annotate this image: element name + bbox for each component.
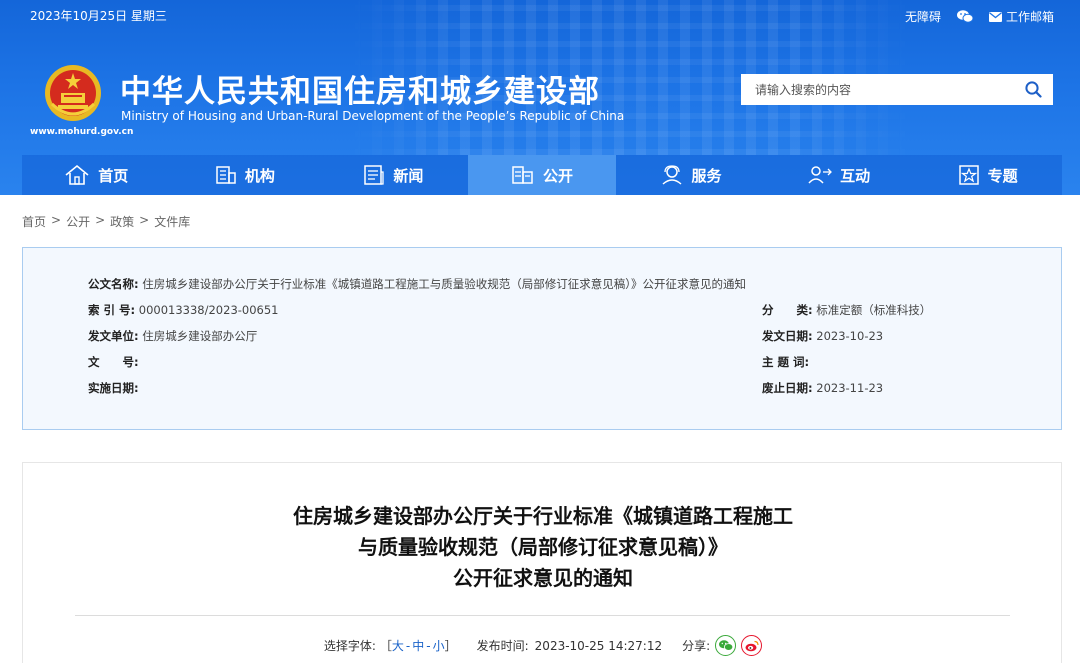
meta-effective-date: 实施日期: [88,380,139,396]
article-title-line: 与质量验收规范（局部修订征求意见稿）》 [358,535,728,559]
font-size-medium-button[interactable]: 中 [412,637,424,654]
breadcrumb-public[interactable]: 公开 [66,213,90,230]
breadcrumb-library[interactable]: 文件库 [154,213,190,230]
nav-label: 服务 [691,166,722,185]
meta-label: 主 题 词: [762,355,810,369]
search-box [741,74,1053,105]
site-title: 中华人民共和国住房和城乡建设部 [120,74,600,110]
wechat-icon[interactable] [956,10,973,23]
nav-label: 公开 [542,166,573,185]
meta-category: 分 类: 标准定额（标准科技） [762,302,931,318]
meta-issuer: 发文单位: 住房城乡建设部办公厅 [88,328,257,344]
meta-label: 实施日期: [88,381,139,395]
site-url: www.mohurd.gov.cn [30,127,134,137]
nav-label: 互动 [840,166,871,185]
meta-document-number: 文 号: [88,354,139,370]
nav-item-interact[interactable]: 互动 [765,155,914,195]
meta-value: 2023-10-23 [816,329,884,343]
breadcrumb-separator: > [139,213,150,227]
font-size-small-button[interactable]: 小 [433,637,445,654]
nav-label: 机构 [244,166,275,185]
service-icon [662,165,682,185]
search-input[interactable] [741,74,1013,105]
meta-label: 文 号: [88,355,139,369]
current-date: 2023年10月25日 星期三 [30,9,167,23]
title-divider [75,615,1010,616]
font-bracket: ］ [444,639,457,653]
site-header: 2023年10月25日 星期三 无障碍 工作邮箱 中华人民共和国住房和城乡建设部… [0,0,1080,195]
weibo-share-icon[interactable] [741,635,763,656]
public-icon [512,166,533,184]
meta-value: 标准定额（标准科技） [816,303,932,317]
accessibility-link[interactable]: 无障碍 [905,8,941,25]
meta-label: 公文名称: [88,277,139,291]
breadcrumb: 首页 > 公开 > 政策 > 文件库 [22,213,190,230]
nav-item-home[interactable]: 首页 [22,155,171,195]
breadcrumb-separator: > [51,213,62,227]
font-bracket: ［ [379,639,392,653]
share-label: 分享: [682,639,711,653]
article-title-line: 公开征求意见的通知 [453,566,633,590]
article-title-line: 住房城乡建设部办公厅关于行业标准《城镇道路工程施工 [293,504,793,528]
meta-label: 发文日期: [762,329,813,343]
article-panel: 住房城乡建设部办公厅关于行业标准《城镇道路工程施工 与质量验收规范（局部修订征求… [22,462,1062,663]
font-size-large-button[interactable]: 大 [392,637,404,654]
font-size-label: 选择字体: [323,639,376,653]
search-icon [1024,81,1042,98]
nav-label: 专题 [987,166,1018,185]
meta-value: 住房城乡建设部办公厅关于行业标准《城镇道路工程施工与质量验收规范（局部修订征求意… [142,277,747,291]
breadcrumb-home[interactable]: 首页 [22,213,46,230]
nav-item-organization[interactable]: 机构 [171,155,320,195]
document-metadata-box: 公文名称: 住房城乡建设部办公厅关于行业标准《城镇道路工程施工与质量验收规范（局… [22,247,1062,430]
font-separator: - [405,638,411,653]
meta-label: 发文单位: [88,329,139,343]
publish-time-value: 2023-10-25 14:27:12 [534,638,663,653]
mail-icon [988,11,1002,22]
topbar-links: 无障碍 工作邮箱 [889,8,1054,25]
search-button[interactable] [1013,74,1053,105]
meta-keywords: 主 题 词: [762,354,809,370]
work-mail-label: 工作邮箱 [1005,10,1054,24]
nav-item-topic[interactable]: 专题 [913,155,1062,195]
article-title: 住房城乡建设部办公厅关于行业标准《城镇道路工程施工 与质量验收规范（局部修订征求… [23,501,1063,594]
nav-item-service[interactable]: 服务 [616,155,765,195]
news-icon [364,165,385,185]
building-icon [216,166,236,184]
main-nav: 首页 机构 新闻 公开 服务 互动 专题 [22,155,1062,195]
nav-label: 新闻 [393,166,424,185]
meta-value: 2023-11-23 [816,381,884,395]
meta-value: 000013338/2023-00651 [138,303,279,317]
site-english-name: Ministry of Housing and Urban-Rural Deve… [121,109,625,123]
topic-icon [958,165,979,185]
font-separator: - [426,638,431,653]
breadcrumb-separator: > [95,213,106,227]
interact-icon [808,166,832,184]
meta-issue-date: 发文日期: 2023-10-23 [762,328,883,344]
meta-label: 索 引 号: [88,303,136,317]
home-icon [65,164,89,185]
meta-index-number: 索 引 号: 000013338/2023-00651 [88,302,279,318]
nav-item-public[interactable]: 公开 [467,155,617,195]
meta-expire-date: 废止日期: 2023-11-23 [762,380,883,396]
publish-time-label: 发布时间: [476,639,529,653]
work-mail-link[interactable]: 工作邮箱 [988,8,1054,25]
meta-value: 住房城乡建设部办公厅 [142,329,258,343]
breadcrumb-policy[interactable]: 政策 [110,213,134,230]
article-info-bar: 选择字体: ［ 大 - 中 - 小 ］ 发布时间: 2023-10-25 14:… [23,635,1063,656]
meta-label: 废止日期: [762,381,813,395]
meta-document-name: 公文名称: 住房城乡建设部办公厅关于行业标准《城镇道路工程施工与质量验收规范（局… [88,276,746,292]
nav-label: 首页 [98,166,129,185]
nav-item-news[interactable]: 新闻 [319,155,468,195]
meta-label: 分 类: [762,303,813,317]
national-emblem-icon [45,65,101,121]
wechat-share-icon[interactable] [715,635,737,656]
